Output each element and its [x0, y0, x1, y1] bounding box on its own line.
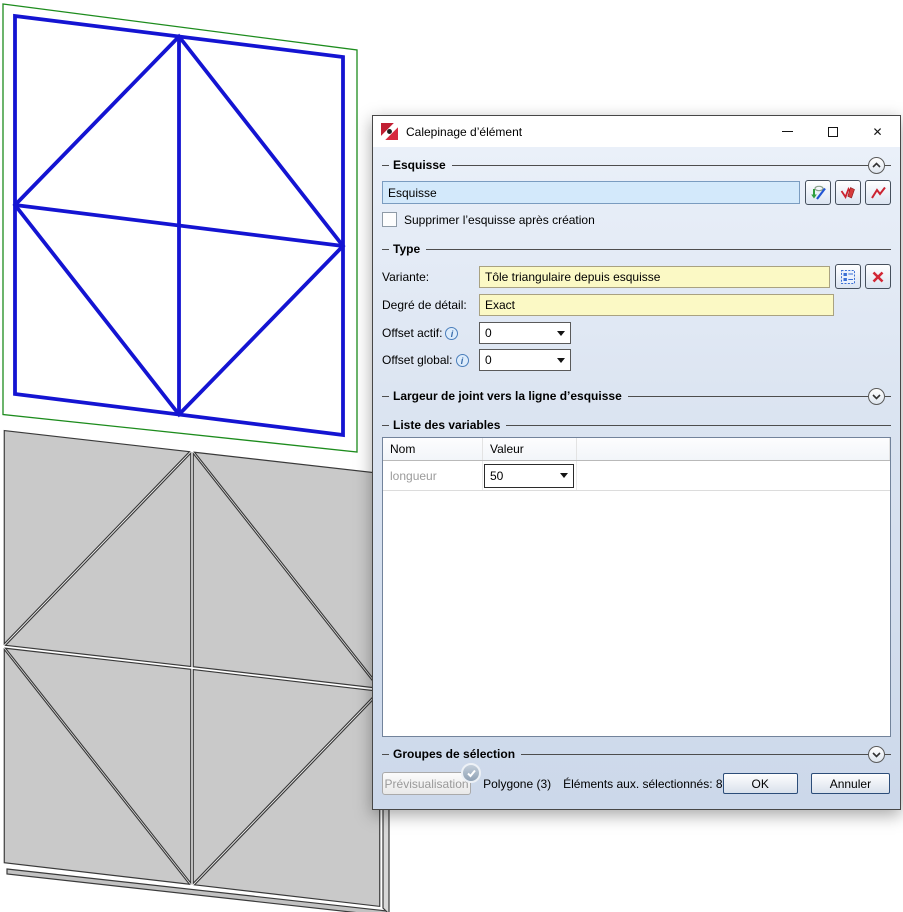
offset-actif-label: Offset actif:i [382, 326, 479, 341]
section-type-header: Type [382, 241, 891, 257]
offset-global-label: Offset global:i [382, 353, 479, 368]
dialog-title: Calepinage d’élément [406, 125, 522, 139]
column-header-empty [577, 438, 890, 460]
variante-clear-button[interactable] [865, 264, 891, 289]
chevron-up-icon [870, 159, 883, 172]
sketch-view[interactable] [3, 4, 357, 452]
chevron-down-icon [870, 748, 883, 761]
offset-actif-dropdown[interactable]: 0 [479, 322, 571, 344]
delete-sketch-icon [839, 184, 857, 202]
divider [382, 425, 389, 426]
catalog-list-icon [839, 268, 857, 286]
checkbox-label: Supprimer l’esquisse après création [404, 213, 595, 227]
delete-sketch-after-creation-checkbox[interactable] [382, 212, 397, 227]
dialog-footer: Prévisualisation Polygone (3) Éléments a… [382, 772, 891, 795]
assign-sketch-icon [809, 184, 827, 202]
minimize-icon [782, 131, 793, 132]
close-button[interactable]: ✕ [855, 116, 900, 147]
offset-actif-value: 0 [485, 326, 492, 340]
variante-catalog-button[interactable] [835, 264, 861, 289]
table-header-row: Nom Valeur [383, 438, 890, 461]
divider [506, 425, 891, 426]
divider [628, 396, 868, 397]
divider [885, 754, 891, 755]
sketch-polyline-icon [869, 184, 887, 202]
check-icon [466, 768, 477, 779]
divider [382, 754, 389, 755]
divider [382, 165, 389, 166]
offset-global-value: 0 [485, 353, 492, 367]
section-esquisse-header: Esquisse [382, 157, 891, 173]
divider [382, 249, 389, 250]
assign-sketch-button[interactable] [805, 180, 831, 205]
variable-value-dropdown[interactable]: 50 [484, 464, 574, 488]
select-sketch-button[interactable] [865, 180, 891, 205]
maximize-button[interactable] [810, 116, 855, 147]
variable-name: longueur [383, 461, 483, 490]
esquisse-input[interactable] [382, 181, 800, 204]
chevron-down-icon [557, 331, 565, 336]
cancel-button[interactable]: Annuler [811, 773, 890, 794]
section-title: Groupes de sélection [393, 747, 515, 761]
divider [521, 754, 868, 755]
delete-sketch-button[interactable] [835, 180, 861, 205]
minimize-button[interactable] [765, 116, 810, 147]
status-aux-elements: Éléments aux. sélectionnés: 8 [563, 777, 722, 791]
section-title: Liste des variables [393, 418, 500, 432]
degre-field[interactable] [479, 294, 834, 316]
section-title: Esquisse [393, 158, 446, 172]
preview-button[interactable]: Prévisualisation [382, 772, 471, 795]
chevron-down-icon [870, 390, 883, 403]
variables-table: Nom Valeur longueur 50 [382, 437, 891, 737]
degre-label: Degré de détail: [382, 298, 479, 312]
divider [382, 396, 389, 397]
status-polygon: Polygone (3) [483, 777, 551, 791]
table-row: longueur 50 [383, 461, 890, 491]
application-canvas: Calepinage d’élément ✕ Esquisse [0, 0, 903, 912]
preview-done-badge [461, 763, 481, 783]
info-icon: i [445, 327, 458, 340]
section-title: Type [393, 242, 420, 256]
divider [426, 249, 891, 250]
red-x-icon [870, 269, 886, 285]
element-tiling-dialog: Calepinage d’élément ✕ Esquisse [372, 115, 901, 810]
variante-field[interactable] [479, 266, 830, 288]
model-view[interactable] [4, 431, 389, 912]
section-title: Largeur de joint vers la ligne d’esquiss… [393, 389, 622, 403]
chevron-down-icon [560, 473, 568, 478]
column-header-nom: Nom [383, 438, 483, 460]
collapse-section-button[interactable] [868, 157, 885, 174]
chevron-down-icon [557, 358, 565, 363]
divider [452, 165, 868, 166]
dialog-content: Esquisse [373, 147, 900, 809]
divider [885, 396, 891, 397]
variante-label: Variante: [382, 270, 479, 284]
column-header-valeur: Valeur [483, 438, 577, 460]
section-variables-header: Liste des variables [382, 417, 891, 433]
expand-section-button[interactable] [868, 746, 885, 763]
maximize-icon [828, 127, 838, 137]
section-largeur-header: Largeur de joint vers la ligne d’esquiss… [382, 388, 891, 404]
offset-global-dropdown[interactable]: 0 [479, 349, 571, 371]
ok-button[interactable]: OK [723, 773, 798, 794]
title-bar[interactable]: Calepinage d’élément ✕ [373, 116, 900, 147]
expand-section-button[interactable] [868, 388, 885, 405]
variable-value: 50 [490, 469, 503, 483]
close-icon: ✕ [872, 125, 882, 139]
info-icon: i [456, 354, 469, 367]
divider [885, 165, 891, 166]
section-groupes-header: Groupes de sélection [382, 746, 891, 762]
app-icon [381, 123, 398, 140]
